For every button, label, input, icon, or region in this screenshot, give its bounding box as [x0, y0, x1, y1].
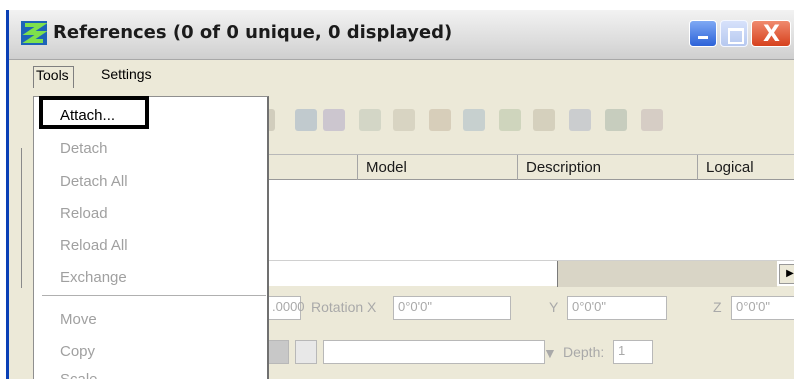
microstation-icon	[21, 21, 47, 45]
z-field[interactable]: 0°0'0"	[731, 296, 794, 320]
menu-item-move[interactable]: Move	[34, 305, 266, 335]
level-select[interactable]	[323, 340, 545, 364]
window-title: References (0 of 0 unique, 0 displayed)	[53, 22, 453, 43]
references-toolbar	[267, 90, 794, 144]
tool-icon[interactable]	[429, 109, 451, 131]
tool-icon[interactable]	[295, 109, 317, 131]
depth-field[interactable]: 1	[613, 340, 653, 364]
menu-item-reload-all[interactable]: Reload All	[34, 231, 266, 261]
rotation-x-field[interactable]: 0°0'0"	[393, 296, 511, 320]
tool-icon[interactable]	[463, 109, 485, 131]
scrollbar-track[interactable]	[557, 261, 777, 287]
level-display-icon[interactable]	[267, 340, 289, 364]
tool-icon[interactable]	[393, 109, 415, 131]
menu-item-exchange[interactable]: Exchange	[34, 263, 266, 293]
menu-tools[interactable]: Tools	[33, 66, 74, 88]
references-list[interactable]: Model Description Logical	[267, 154, 794, 260]
list-header: Model Description Logical	[267, 155, 794, 180]
scale-field[interactable]: .0000	[267, 296, 305, 320]
y-label: Y	[549, 299, 559, 315]
settings-icon[interactable]	[295, 340, 317, 364]
tool-icon[interactable]	[533, 109, 555, 131]
column-description[interactable]: Description	[517, 155, 697, 180]
z-label: Z	[713, 299, 722, 315]
horizontal-scrollbar[interactable]: ▶	[267, 260, 794, 287]
tool-icon[interactable]	[569, 109, 591, 131]
menu-item-copy[interactable]: Copy	[34, 337, 266, 367]
menu-settings[interactable]: Settings	[101, 66, 152, 82]
tool-icon[interactable]	[605, 109, 627, 131]
tools-menu-dropdown: Attach... Detach Detach All Reload Reloa…	[33, 96, 269, 379]
depth-label: Depth:	[563, 344, 605, 360]
dropdown-arrow-icon[interactable]: ▼	[543, 345, 557, 361]
attach-highlight-box	[39, 96, 149, 129]
column-model[interactable]: Model	[357, 155, 517, 180]
menu-bar: Tools Settings	[27, 62, 794, 88]
rotation-label: Rotation X	[311, 299, 377, 315]
title-bar[interactable]: References (0 of 0 unique, 0 displayed) …	[9, 10, 794, 60]
transform-properties: .0000 Rotation X 0°0'0" Y 0°0'0" Z 0°0'0…	[267, 296, 794, 322]
display-properties: ▼ Depth: 1	[267, 340, 794, 368]
minimize-button[interactable]	[689, 20, 717, 47]
close-button[interactable]: X	[751, 20, 791, 47]
menu-item-detach-all[interactable]: Detach All	[34, 167, 266, 197]
y-field[interactable]: 0°0'0"	[567, 296, 667, 320]
menu-separator	[42, 295, 266, 296]
menu-item-detach[interactable]: Detach	[34, 134, 266, 164]
tool-icon[interactable]	[499, 109, 521, 131]
menu-item-scale[interactable]: Scale	[34, 365, 266, 379]
tool-icon[interactable]	[323, 109, 345, 131]
close-icon: X	[763, 22, 780, 47]
maximize-button[interactable]	[720, 20, 748, 47]
menu-item-reload[interactable]: Reload	[34, 199, 266, 229]
column-logical[interactable]: Logical	[697, 155, 794, 180]
references-window: References (0 of 0 unique, 0 displayed) …	[6, 10, 794, 379]
tool-icon[interactable]	[359, 109, 381, 131]
tool-icon[interactable]	[641, 109, 663, 131]
scroll-right-icon[interactable]: ▶	[779, 264, 794, 284]
